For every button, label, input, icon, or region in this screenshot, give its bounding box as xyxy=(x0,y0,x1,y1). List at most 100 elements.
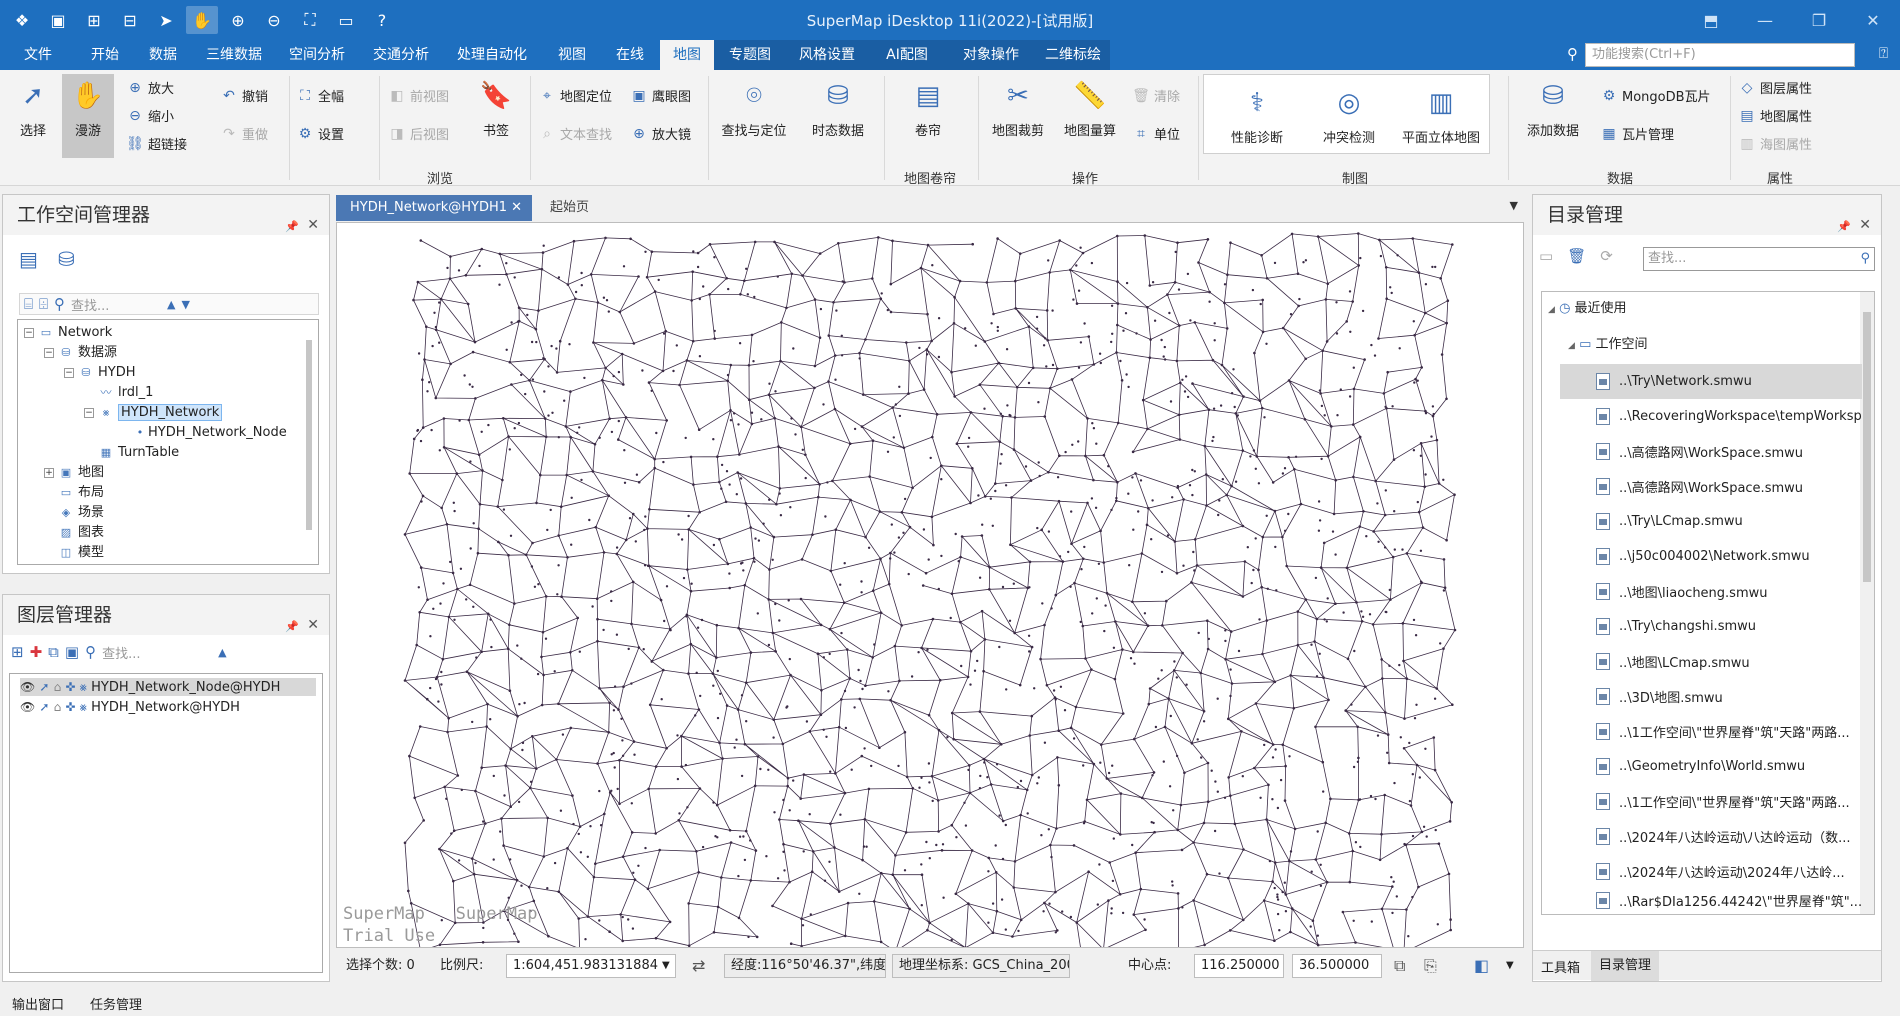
tile-manage-button[interactable]: ▦ 瓦片管理 xyxy=(1600,124,1674,144)
catalog-scrollbar[interactable] xyxy=(1860,292,1874,914)
mongodb-tile-button[interactable]: ⚙ MongoDB瓦片 xyxy=(1600,86,1711,106)
tree-node-datasources[interactable]: − ⛁ 数据源 xyxy=(44,344,117,362)
workspace-tree-scrollbar[interactable] xyxy=(306,340,312,530)
selectable-icon[interactable]: ➚ xyxy=(39,680,49,694)
tab-plotting[interactable]: 二维标绘 xyxy=(1036,40,1110,70)
layer-item-network[interactable]: 👁 ➚ ⌂ ✜ ⨳ HYDH_Network@HYDH xyxy=(20,698,240,716)
chart-props-button[interactable]: ▥ 海图属性 xyxy=(1738,134,1812,154)
layer-props-button[interactable]: ◇ 图层属性 xyxy=(1738,78,1812,98)
tab-online[interactable]: 在线 xyxy=(610,40,650,70)
eye-icon[interactable]: 👁 xyxy=(20,700,35,714)
magnifier-button[interactable]: ⊕ 放大镜 xyxy=(630,124,691,144)
close-tab-icon[interactable]: ✕ xyxy=(511,195,522,221)
layer-group-icon[interactable]: ⧉ xyxy=(48,643,59,661)
pin-icon[interactable]: 📌 xyxy=(1837,207,1851,247)
delete-icon[interactable]: 🗑 xyxy=(1567,247,1586,265)
tree-node-hydh-network[interactable]: − ⨳ HYDH_Network xyxy=(84,404,223,422)
pan-button[interactable]: ✋ 漫游 xyxy=(62,74,114,158)
search-icon[interactable]: ⚲ xyxy=(54,295,65,313)
tree-node-maps[interactable]: + ▣ 地图 xyxy=(44,464,104,482)
workspace-search-input[interactable]: 查找... xyxy=(71,295,161,314)
tree-node-scenes[interactable]: ◈ 场景 xyxy=(58,504,104,522)
close-icon[interactable]: ✕ xyxy=(1859,205,1871,245)
lock-icon[interactable]: ⌂ xyxy=(54,700,62,714)
tab-thematic[interactable]: 专题图 xyxy=(714,40,786,70)
unit-button[interactable]: ⌗ 单位 xyxy=(1132,124,1180,144)
catalog-file-item[interactable]: ..\RecoveringWorkspace\tempWorksp... xyxy=(1560,399,1862,434)
layer-style-icon[interactable]: ▣ xyxy=(65,643,79,661)
catalog-node-workspace[interactable]: ◢ ▭ 工作空间 xyxy=(1568,336,1648,354)
tab-output-window[interactable]: 输出窗口 xyxy=(12,994,64,1013)
catalog-file-item[interactable]: ..\高德路网\WorkSpace.smwu xyxy=(1560,434,1862,469)
new-folder-icon[interactable]: ▭ xyxy=(1539,247,1553,265)
catalog-file-item[interactable]: ..\2024年八达岭运动\八达岭运动（数... xyxy=(1560,819,1862,854)
search-icon[interactable]: ⚲ xyxy=(1567,45,1578,63)
conflict-check-button[interactable]: ◎ 冲突检测 xyxy=(1312,85,1386,146)
copy-icon[interactable]: ⧉ xyxy=(1394,955,1405,977)
tree-node-charts[interactable]: ▨ 图表 xyxy=(58,524,104,542)
scene-tab-icon[interactable]: ⛁ xyxy=(58,247,75,271)
pin-icon[interactable]: 📌 xyxy=(285,207,299,247)
map-props-button[interactable]: ▤ 地图属性 xyxy=(1738,106,1812,126)
layer-item-network-node[interactable]: 👁 ➚ ⌂ ✜ ⨳ HYDH_Network_Node@HYDH xyxy=(20,678,316,696)
tree-node-models[interactable]: ◫ 模型 xyxy=(58,544,104,562)
bookmark-button[interactable]: 🔖 书签 xyxy=(470,78,522,139)
tree-node-lrdl[interactable]: 〰 lrdl_1 xyxy=(98,384,154,402)
search-up-icon[interactable]: ▲ xyxy=(167,298,175,311)
catalog-file-item[interactable]: ..\2024年八达岭运动\2024年八达岭... xyxy=(1560,854,1862,889)
add-data-button[interactable]: ⛁ 添加数据 xyxy=(1516,78,1590,139)
map-clip-button[interactable]: ✂ 地图裁剪 xyxy=(984,78,1052,139)
add-layer-icon[interactable]: ⊞ xyxy=(11,643,24,661)
redo-button[interactable]: ↷ 重做 xyxy=(220,124,268,144)
function-search-input[interactable]: 功能搜索(Ctrl+F) xyxy=(1585,43,1855,67)
minimize-icon[interactable]: — xyxy=(1738,0,1792,40)
search-down-icon[interactable]: ▼ xyxy=(182,298,190,311)
tree-node-layouts[interactable]: ▭ 布局 xyxy=(58,484,104,502)
catalog-file-item[interactable]: ..\3D\地图.smwu xyxy=(1560,679,1862,714)
catalog-file-item[interactable]: ..\Try\LCmap.smwu xyxy=(1560,504,1862,539)
center-x-input[interactable]: 116.250000 xyxy=(1194,954,1284,978)
tab-catalog[interactable]: 目录管理 xyxy=(1591,951,1660,981)
selectable-icon[interactable]: ➚ xyxy=(39,700,49,714)
text-search-button[interactable]: ⌕ 文本查找 xyxy=(538,124,612,144)
tab-map[interactable]: 地图 xyxy=(660,40,714,70)
tab-file[interactable]: 文件 xyxy=(18,40,58,70)
search-icon[interactable]: ⚲ xyxy=(1860,248,1870,270)
open-workspace-icon[interactable]: ⌸ xyxy=(24,295,33,313)
close-icon[interactable]: ✕ xyxy=(307,205,319,245)
catalog-search-input[interactable]: 查找... ⚲ xyxy=(1643,247,1875,271)
catalog-file-item[interactable]: ..\1工作空间\"世界屋脊"筑"天路"两路... xyxy=(1560,784,1862,819)
tab-object-ops[interactable]: 对象操作 xyxy=(946,40,1036,70)
select-button[interactable]: ➚ 选择 xyxy=(8,78,58,139)
eye-icon[interactable]: 👁 xyxy=(20,680,35,694)
tab-view[interactable]: 视图 xyxy=(552,40,592,70)
question-icon[interactable]: ⍰ xyxy=(1879,44,1888,62)
catalog-scroll-thumb[interactable] xyxy=(1863,312,1871,582)
restore-ribbon-icon[interactable]: ⬒ xyxy=(1684,0,1738,40)
map-measure-button[interactable]: 📏 地图量算 xyxy=(1056,78,1124,139)
layer-search-input[interactable]: 查找... xyxy=(102,643,212,662)
tab-task-manager[interactable]: 任务管理 xyxy=(90,994,142,1013)
snap-icon[interactable]: ✜ xyxy=(65,680,75,694)
map-locate-button[interactable]: ⌖ 地图定位 xyxy=(538,86,612,106)
catalog-file-item[interactable]: ..\Try\changshi.smwu xyxy=(1560,609,1862,644)
prev-view-button[interactable]: ◧ 前视图 xyxy=(388,86,449,106)
plus-icon[interactable]: ✚ xyxy=(30,643,43,661)
tab-spatial-analysis[interactable]: 空间分析 xyxy=(284,40,350,70)
settings-button[interactable]: ⚙ 设置 xyxy=(296,124,344,144)
map-window-tab[interactable]: HYDH_Network@HYDH1 ✕ xyxy=(336,195,532,221)
next-view-button[interactable]: ◨ 后视图 xyxy=(388,124,449,144)
tree-node-network[interactable]: − ▭ Network xyxy=(24,324,112,342)
catalog-node-recent[interactable]: ◢ ◷ 最近使用 xyxy=(1548,300,1627,318)
tab-traffic-analysis[interactable]: 交通分析 xyxy=(368,40,434,70)
new-datasource-icon[interactable]: ⌹ xyxy=(39,295,48,313)
catalog-file-item[interactable]: ..\1工作空间\"世界屋脊"筑"天路"两路... xyxy=(1560,714,1862,749)
tab-automation[interactable]: 处理自动化 xyxy=(452,40,532,70)
zoom-in-button[interactable]: ⊕ 放大 xyxy=(126,78,174,98)
scale-dropdown-icon[interactable]: ▼ xyxy=(662,955,670,977)
undo-button[interactable]: ↶ 撤销 xyxy=(220,86,268,106)
catalog-file-item[interactable]: ..\高德路网\WorkSpace.smwu xyxy=(1560,469,1862,504)
map-view[interactable]: SuperMap SuperMap Trial Use xyxy=(336,222,1524,948)
eagle-eye-button[interactable]: ▣ 鹰眼图 xyxy=(630,86,691,106)
panel-toggle-icon[interactable]: ◧ xyxy=(1474,955,1489,977)
